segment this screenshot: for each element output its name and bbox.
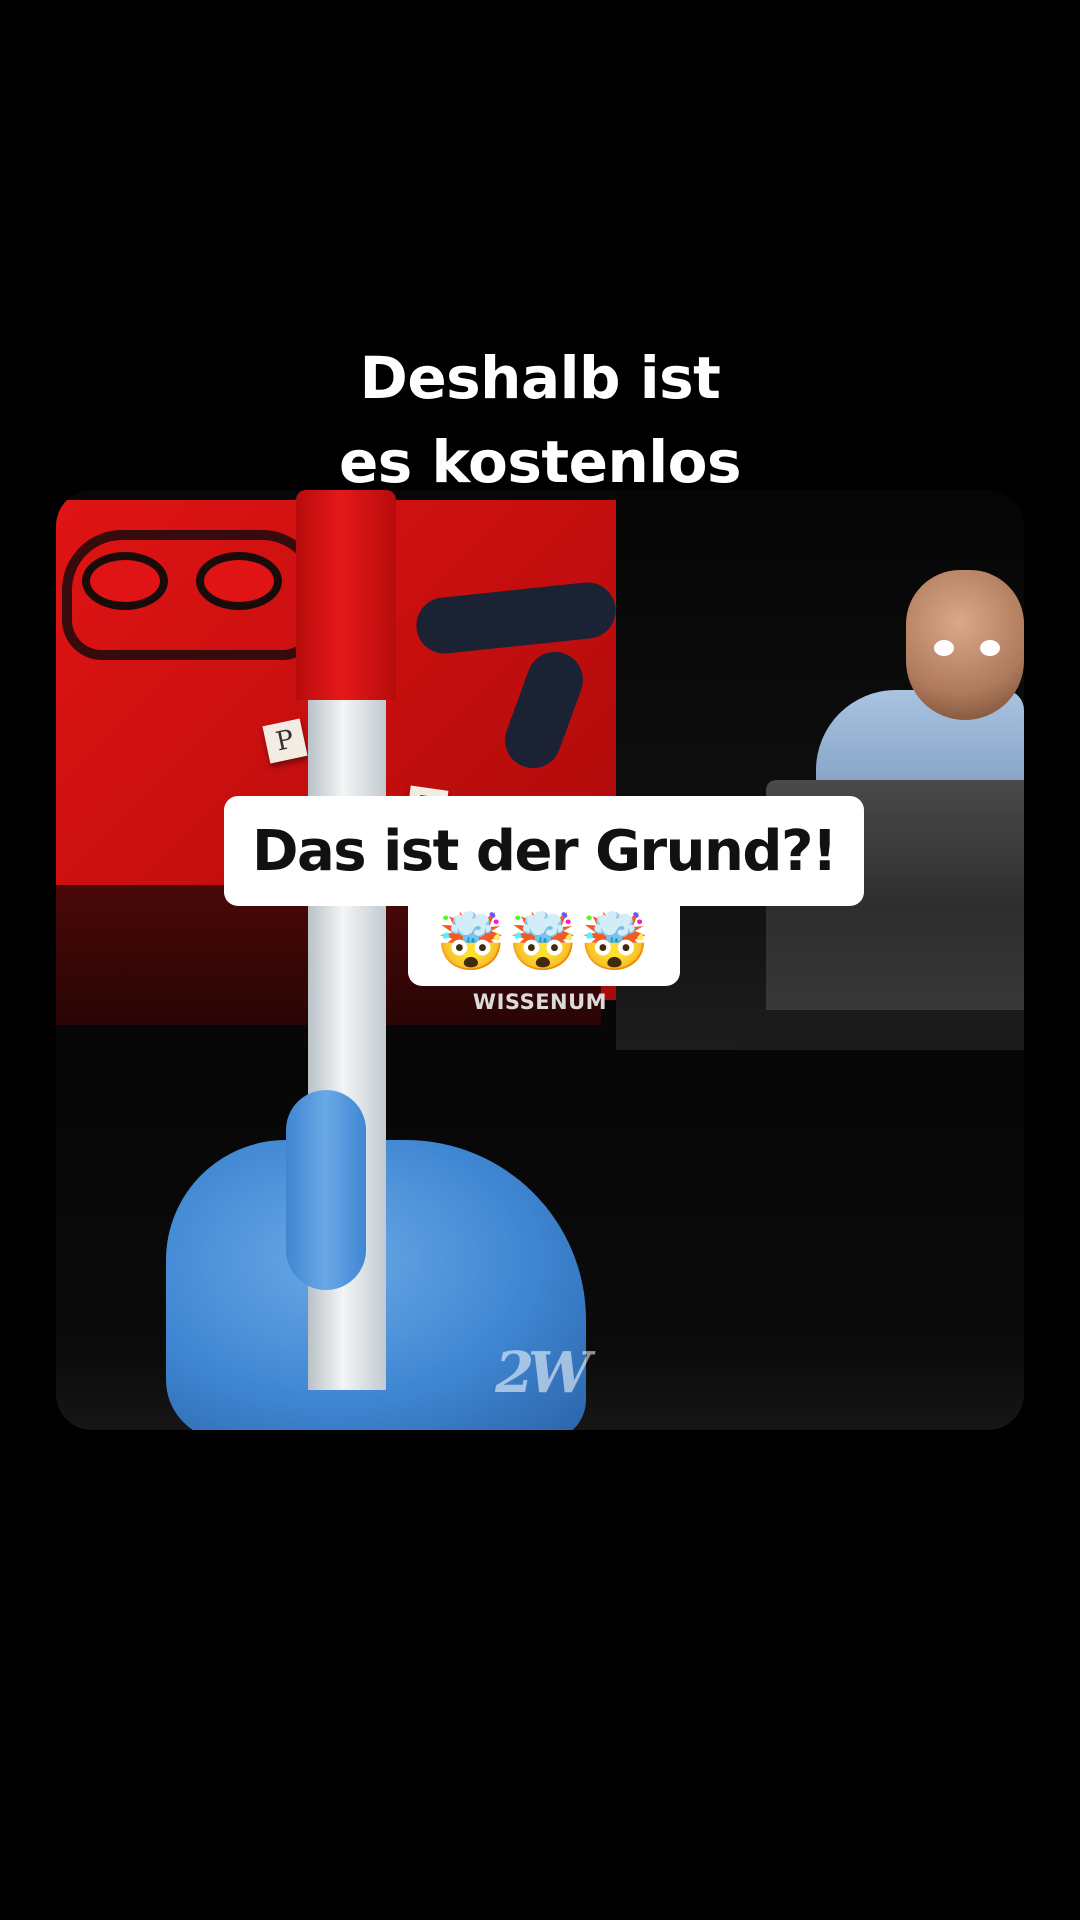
mask-eye-left-graphic bbox=[82, 552, 168, 610]
headline-line-1: Deshalb ist bbox=[359, 344, 721, 412]
person-eye-graphic bbox=[980, 640, 1000, 656]
test-swab-cap-graphic bbox=[296, 490, 396, 700]
person-head-graphic bbox=[906, 570, 1024, 720]
channel-logo-icon: 2W bbox=[495, 1340, 591, 1406]
caption-emoji: 🤯🤯🤯 bbox=[408, 900, 680, 986]
dark-object-graphic bbox=[413, 579, 619, 657]
mask-eye-right-graphic bbox=[196, 552, 282, 610]
video-headline: Deshalb ist es kostenlos bbox=[0, 336, 1080, 504]
laptop-base-graphic bbox=[736, 1010, 1024, 1050]
caption-bubble-text: Das ist der Grund?! bbox=[224, 796, 864, 906]
person-eye-graphic bbox=[934, 640, 954, 656]
dark-object-curve-graphic bbox=[497, 644, 591, 776]
glove-thumb-graphic bbox=[286, 1090, 366, 1290]
letter-tile: P bbox=[262, 718, 308, 764]
channel-watermark: WISSENUM bbox=[472, 990, 608, 1014]
